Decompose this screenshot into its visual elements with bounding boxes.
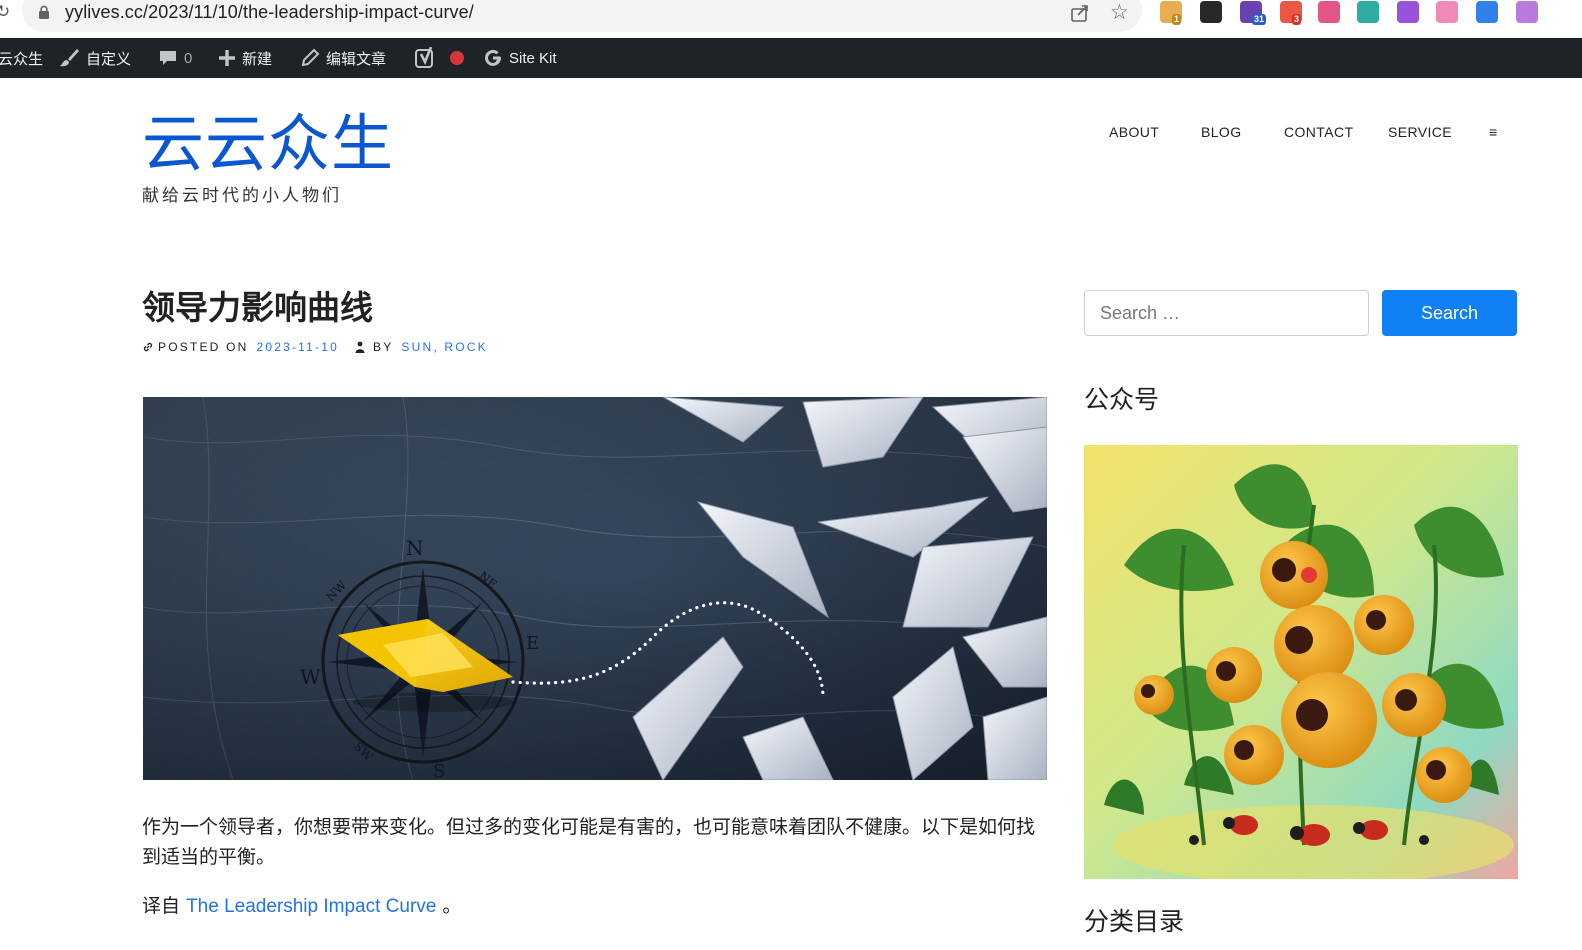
post-date-link[interactable]: 2023-11-10 [256,340,339,354]
nav-item-service[interactable]: SERVICE [1388,124,1452,140]
admin-site-name-label: 云众生 [0,50,44,68]
admin-seo-status[interactable] [450,38,464,78]
admin-comments-count: 0 [184,49,193,67]
admin-customize[interactable]: 自定义 [58,38,131,78]
widget-title-wechat: 公众号 [1084,385,1160,414]
reload-icon[interactable]: ↻ [0,2,10,22]
plus-icon [219,50,235,66]
wp-admin-bar: 云众生 自定义 0 新建 编辑文章 Site Kit [0,38,1582,78]
openai-icon[interactable] [1516,1,1538,23]
compass-label-n: N [406,536,424,560]
nav-item-contact[interactable]: CONTACT [1284,124,1353,140]
wechat-qr-image [1084,445,1518,879]
source-article-link[interactable]: The Leadership Impact Curve [186,896,436,917]
compass-label-w: W [300,665,321,689]
compass-label-e: E [526,633,539,654]
pencil-icon [301,48,320,67]
post-meta: POSTED ON 2023-11-10 BY SUN, ROCK [142,340,488,354]
admin-comments[interactable]: 0 [158,38,192,78]
lock-icon[interactable] [38,5,50,19]
source-prefix: 译自 [142,895,181,917]
menu-toggle-icon[interactable]: ≡ [1489,124,1498,140]
by-label: BY [372,340,394,354]
notion-icon[interactable] [1200,1,1222,23]
admin-new-label: 新建 [242,50,273,68]
google-g-icon [485,49,501,66]
admin-edit-post-label: 编辑文章 [326,50,387,68]
admin-site-name[interactable]: 云众生 [0,38,43,78]
posted-on-label: POSTED ON [158,340,249,354]
seo-status-dot-icon [450,51,464,65]
paintbrush-icon [60,49,79,67]
blue-feather-extension-icon[interactable] [1476,1,1498,23]
comment-icon [160,51,176,65]
user-icon [355,341,365,353]
admin-yoast[interactable] [415,38,437,78]
pink-cloud-extension-icon[interactable] [1436,1,1458,23]
post-excerpt: 作为一个领导者，你想要带来变化。但过多的变化可能是有害的，也可能意味着团队不健康… [142,816,1036,868]
share-icon[interactable] [1070,3,1090,23]
nav-item-about[interactable]: ABOUT [1109,124,1159,140]
graduation-cap-badge: 31 [1252,14,1267,25]
purple-circle-extension-icon[interactable] [1397,1,1419,23]
admin-new[interactable]: 新建 [218,38,272,78]
admin-customize-label: 自定义 [86,50,132,68]
grammar-extension-badge: 1 [1172,14,1182,25]
red-blob-extension-badge: 3 [1292,14,1302,25]
browser-toolbar: ↻ yylives.cc/2023/11/10/the-leadership-i… [0,0,1582,38]
url-text[interactable]: yylives.cc/2023/11/10/the-leadership-imp… [65,2,474,23]
admin-site-kit[interactable]: Site Kit [483,38,557,78]
source-suffix: 。 [442,895,462,917]
site-title[interactable]: 云云众生 [142,108,394,180]
post-author-link[interactable]: SUN, ROCK [401,340,487,354]
teal-grid-extension-icon[interactable] [1357,1,1379,23]
yoast-icon [415,47,433,68]
search-button[interactable]: Search [1382,290,1517,336]
ants-illustration [1084,445,1518,879]
compass-label-s: S [433,761,445,780]
site-tagline: 献给云时代的小人物们 [142,186,342,206]
search-input[interactable] [1084,290,1369,336]
nav-item-blog[interactable]: BLOG [1201,124,1242,140]
featured-image: N E S W NE NW SW [143,397,1047,780]
post-title: 领导力影响曲线 [142,288,373,327]
translate-extension-icon[interactable] [1318,1,1340,23]
source-line: 译自 The Leadership Impact Curve 。 [142,891,461,922]
admin-edit-post[interactable]: 编辑文章 [300,38,386,78]
bookmark-star-icon[interactable]: ☆ [1110,1,1129,23]
link-icon [143,342,153,352]
admin-site-kit-label: Site Kit [509,49,557,67]
widget-title-categories: 分类目录 [1084,907,1185,936]
paper-boats-compass-illustration: N E S W NE NW SW [143,397,1047,780]
